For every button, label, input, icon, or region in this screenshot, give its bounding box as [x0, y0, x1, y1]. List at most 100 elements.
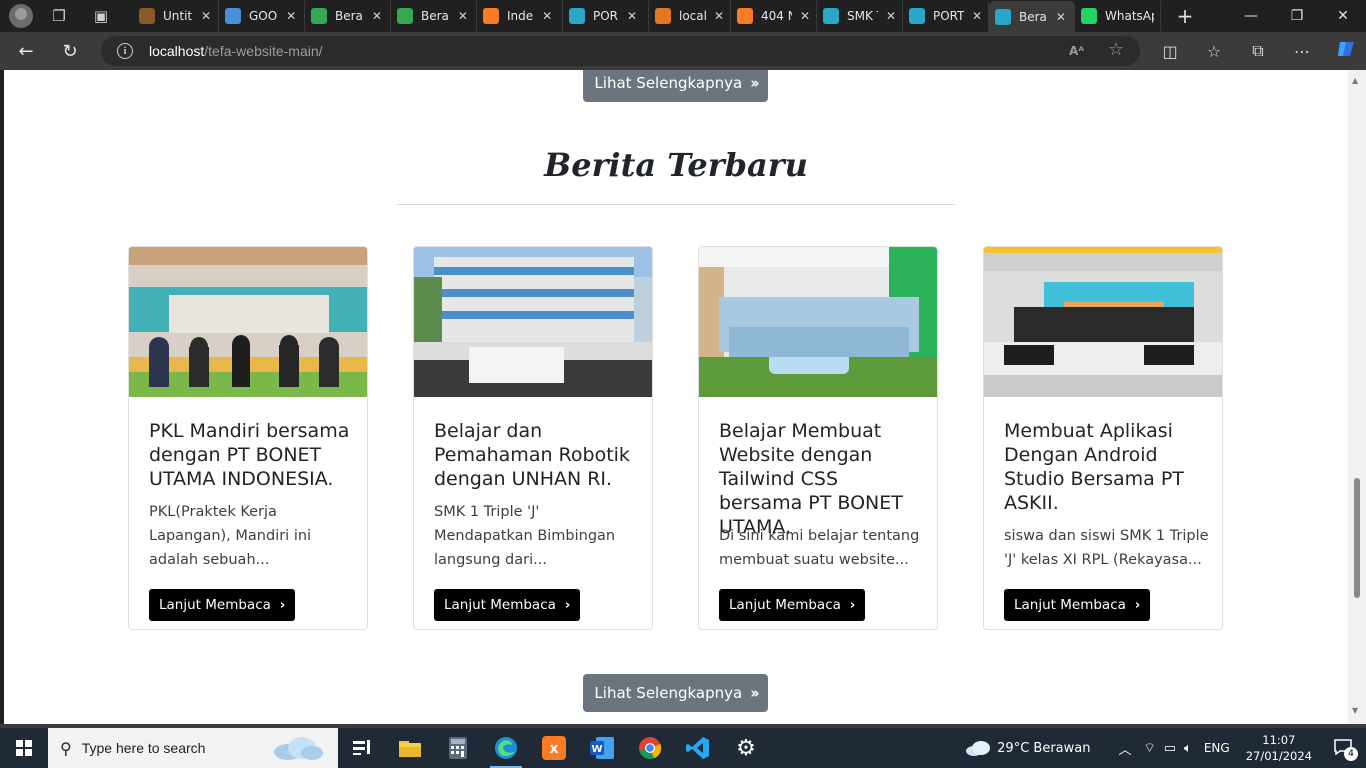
tab-actions-icon[interactable]: ▣ [91, 6, 111, 26]
tab-close-icon[interactable]: ✕ [1055, 10, 1067, 24]
url-path: /tefa-website-main/ [204, 43, 323, 59]
tab-close-icon[interactable]: ✕ [285, 9, 297, 23]
restore-button[interactable]: ❐ [1274, 0, 1320, 32]
news-card-title[interactable]: Belajar Membuat Website dengan Tailwind … [719, 419, 924, 539]
read-more-button[interactable]: Lanjut Membaca › [434, 589, 581, 621]
tab-title: Bera [1019, 10, 1047, 24]
browser-tab[interactable]: Bera ✕ [305, 1, 391, 31]
browser-tab[interactable]: localhost ✕ [649, 1, 731, 31]
news-card-excerpt: SMK 1 Triple 'J' Mendapatkan Bimbingan l… [434, 504, 616, 568]
xampp-icon[interactable]: x [530, 728, 578, 768]
settings-gear-icon[interactable]: ⚙ [722, 728, 770, 768]
site-info-icon[interactable]: i [117, 43, 133, 59]
taskbar-search[interactable]: ⚲ Type here to search [48, 728, 338, 768]
tab-close-icon[interactable]: ✕ [972, 9, 982, 23]
section-title: Berita Terbaru [544, 146, 808, 184]
edge-browser-icon[interactable] [482, 728, 530, 768]
address-url[interactable]: localhost/tefa-website-main/ [149, 43, 323, 59]
browser-tab[interactable]: Inde ✕ [477, 1, 563, 31]
tab-close-icon[interactable]: ✕ [714, 9, 724, 23]
weather-icon[interactable] [965, 739, 991, 757]
read-more-label: Lanjut Membaca [444, 597, 556, 613]
double-chevron-right-icon: ›› [750, 74, 760, 92]
tab-close-icon[interactable]: ✕ [626, 9, 638, 23]
browser-tab[interactable]: Untit ✕ [133, 1, 219, 31]
read-more-button[interactable]: Lanjut Membaca › [149, 589, 296, 621]
reload-button[interactable]: ↻ [52, 36, 88, 66]
battery-icon[interactable]: ▭ [1164, 741, 1176, 756]
tab-title: localhost [679, 9, 706, 23]
see-more-button-top[interactable]: Lihat Selengkapnya ›› [583, 70, 768, 102]
clock-time: 11:07 [1262, 733, 1296, 747]
new-tab-button[interactable]: + [1173, 4, 1197, 28]
browser-tab[interactable]: WhatsAp [1075, 1, 1161, 31]
read-more-button[interactable]: Lanjut Membaca › [719, 589, 866, 621]
page-scrollbar[interactable]: ▲ ▼ [1348, 70, 1366, 724]
tab-title: PORTFOL [933, 9, 964, 23]
news-card-title[interactable]: Belajar dan Pemahaman Robotik dengan UNH… [434, 419, 639, 491]
see-more-button-bottom[interactable]: Lihat Selengkapnya ›› [583, 674, 768, 712]
word-icon[interactable]: W [578, 728, 626, 768]
weather-text[interactable]: 29°C Berawan [997, 741, 1090, 756]
tab-favicon-icon [397, 8, 413, 24]
tab-close-icon[interactable]: ✕ [457, 9, 469, 23]
news-card-image[interactable] [699, 247, 937, 397]
tab-close-icon[interactable]: ✕ [371, 9, 383, 23]
web-page: Lihat Selengkapnya ›› Berita Terbaru PKL … [4, 70, 1348, 724]
read-more-label: Lanjut Membaca [1014, 597, 1126, 613]
network-icon[interactable]: ⌔ [1144, 740, 1156, 756]
browser-tab[interactable]: PORTFOL ✕ [903, 1, 989, 31]
language-indicator[interactable]: ENG [1204, 741, 1230, 755]
browser-toolbar: ← ↻ i localhost/tefa-website-main/ Aᴬ ☆ … [0, 32, 1366, 70]
more-menu-icon[interactable]: ⋯ [1280, 42, 1324, 61]
copilot-icon[interactable] [1324, 39, 1366, 63]
split-screen-icon[interactable]: ◫ [1148, 42, 1192, 61]
news-card-image[interactable] [129, 247, 367, 397]
tab-close-icon[interactable]: ✕ [886, 9, 896, 23]
clock-date: 27/01/2024 [1245, 749, 1312, 763]
tab-close-icon[interactable]: ✕ [541, 9, 553, 23]
collections-icon[interactable]: ⧉ [1236, 41, 1280, 61]
news-card-title[interactable]: PKL Mandiri bersama dengan PT BONET UTAM… [149, 419, 354, 491]
browser-tab[interactable]: POR ✕ [563, 1, 649, 31]
scrollbar-thumb[interactable] [1354, 478, 1360, 598]
chrome-icon[interactable] [626, 728, 674, 768]
browser-tab[interactable]: SMK TRIP ✕ [817, 1, 903, 31]
news-card-title[interactable]: Membuat Aplikasi Dengan Android Studio B… [1004, 419, 1209, 515]
browser-tab[interactable]: 404 Not ✕ [731, 1, 817, 31]
profile-avatar[interactable] [9, 4, 33, 28]
tab-title: 404 Not [761, 9, 792, 23]
window-controls: — ❐ ✕ [1228, 0, 1366, 32]
browser-tab[interactable]: Bera ✕ [989, 1, 1075, 33]
notification-center-icon[interactable]: 4 [1334, 739, 1358, 761]
favorite-star-icon[interactable]: ☆ [1108, 39, 1124, 60]
chevron-right-icon: › [279, 597, 286, 613]
news-card: Membuat Aplikasi Dengan Android Studio B… [983, 246, 1223, 630]
read-more-button[interactable]: Lanjut Membaca › [1004, 589, 1151, 621]
browser-tab[interactable]: GOO ✕ [219, 1, 305, 31]
scroll-down-arrow-icon[interactable]: ▼ [1352, 706, 1358, 715]
clock[interactable]: 11:07 27/01/2024 [1246, 732, 1312, 764]
news-card-image[interactable] [414, 247, 652, 397]
vscode-icon[interactable] [674, 728, 722, 768]
read-aloud-icon[interactable]: Aᴬ [1069, 44, 1084, 58]
browser-tab[interactable]: Bera ✕ [391, 1, 477, 31]
task-view-icon[interactable] [338, 728, 386, 768]
tab-close-icon[interactable]: ✕ [200, 9, 212, 23]
address-bar[interactable]: i localhost/tefa-website-main/ Aᴬ ☆ [101, 36, 1140, 66]
scroll-up-arrow-icon[interactable]: ▲ [1352, 76, 1358, 85]
see-more-label: Lihat Selengkapnya [594, 684, 743, 702]
close-window-button[interactable]: ✕ [1320, 0, 1366, 32]
tab-close-icon[interactable]: ✕ [800, 9, 810, 23]
chevron-up-icon[interactable]: ︿ [1118, 739, 1131, 758]
workspaces-icon[interactable]: ❐ [49, 6, 69, 26]
notification-count-badge: 4 [1344, 747, 1358, 761]
favorites-icon[interactable]: ☆ [1192, 42, 1236, 61]
file-explorer-icon[interactable] [386, 728, 434, 768]
minimize-button[interactable]: — [1228, 0, 1274, 32]
back-button[interactable]: ← [8, 36, 44, 66]
news-card-image[interactable] [984, 247, 1222, 397]
calculator-icon[interactable] [434, 728, 482, 768]
volume-icon[interactable]: 🔈︎ [1184, 741, 1192, 756]
start-button[interactable] [0, 728, 48, 768]
